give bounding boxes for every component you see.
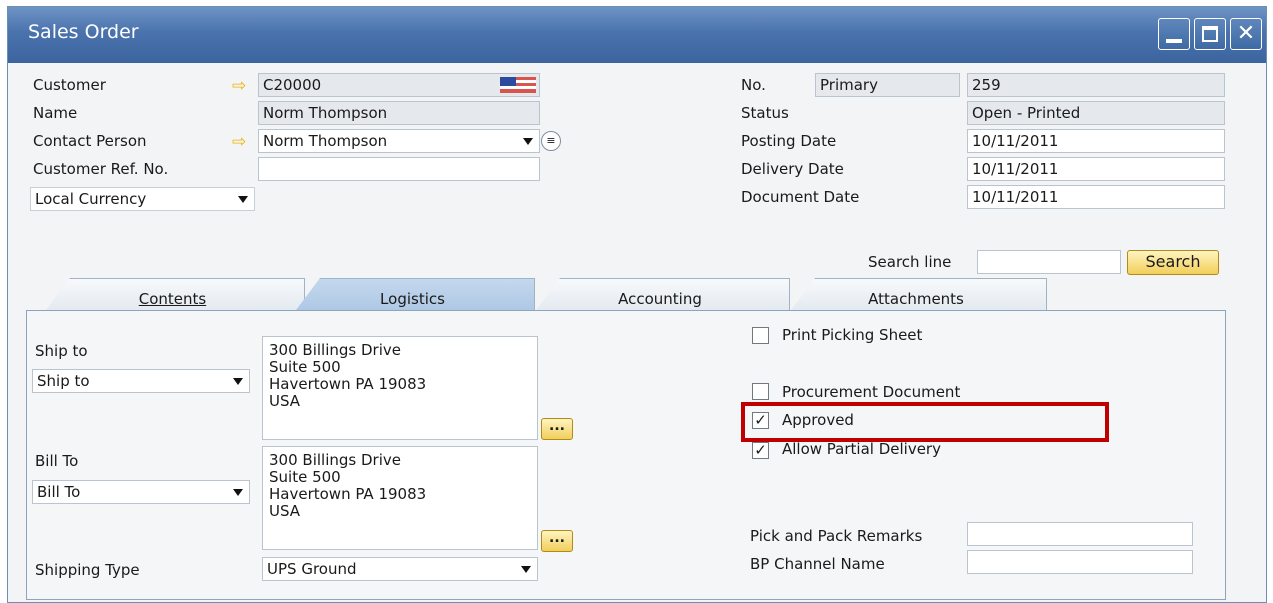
minimize-button[interactable]: [1158, 18, 1190, 50]
title-bar[interactable]: Sales Order ✕: [8, 7, 1266, 63]
chevron-down-icon: [521, 566, 531, 573]
document-number-field[interactable]: 259: [967, 73, 1225, 97]
contact-link-arrow-icon[interactable]: ⇨: [232, 134, 246, 151]
chevron-down-icon: [233, 489, 243, 496]
tab-logistics-label: Logistics: [380, 290, 445, 308]
pick-pack-remarks-field[interactable]: [967, 522, 1193, 546]
us-flag-icon: [500, 77, 536, 93]
contact-person-combo[interactable]: Norm Thompson: [258, 129, 540, 153]
delivery-date-field[interactable]: 10/11/2011: [967, 157, 1225, 181]
ship-to-select[interactable]: Ship to: [32, 369, 250, 393]
tab-attachments-label: Attachments: [868, 290, 964, 308]
currency-select[interactable]: Local Currency: [30, 187, 255, 211]
bp-channel-name-field[interactable]: [967, 550, 1193, 574]
shipping-type-value: UPS Ground: [267, 560, 357, 578]
maximize-icon: [1202, 26, 1218, 42]
ship-to-select-value: Ship to: [37, 372, 90, 390]
document-date-label: Document Date: [741, 188, 860, 206]
delivery-date-label: Delivery Date: [741, 160, 844, 178]
contact-details-icon[interactable]: ≡: [541, 131, 561, 151]
bill-to-details-button[interactable]: ...: [541, 530, 573, 552]
ship-to-label: Ship to: [35, 342, 88, 360]
posting-date-field[interactable]: 10/11/2011: [967, 129, 1225, 153]
tab-accounting-label: Accounting: [618, 290, 702, 308]
document-date-field[interactable]: 10/11/2011: [967, 185, 1225, 209]
tab-contents-label: Contents: [138, 290, 207, 308]
contact-person-label: Contact Person: [33, 132, 147, 150]
search-line-label: Search line: [868, 253, 952, 271]
window-title: Sales Order: [28, 21, 139, 43]
address-line: USA: [269, 392, 301, 410]
approved-highlight-box: [741, 402, 1109, 442]
print-picking-checkbox[interactable]: [752, 327, 769, 344]
chevron-down-icon: [233, 378, 243, 385]
no-label: No.: [741, 76, 766, 94]
customer-label: Customer: [33, 76, 106, 94]
customer-value: C20000: [263, 76, 322, 94]
bill-to-select[interactable]: Bill To: [32, 480, 250, 504]
bill-to-address[interactable]: 300 Billings Drive Suite 500 Havertown P…: [262, 446, 538, 550]
procurement-document-checkbox[interactable]: [752, 383, 769, 400]
name-label: Name: [33, 104, 78, 122]
bill-to-label: Bill To: [35, 452, 79, 470]
chevron-down-icon: [523, 138, 533, 145]
customer-field[interactable]: C20000: [258, 73, 540, 97]
shipping-type-label: Shipping Type: [35, 561, 140, 579]
address-line: USA: [269, 502, 301, 520]
print-picking-label: Print Picking Sheet: [782, 326, 923, 344]
series-select[interactable]: Primary: [815, 73, 960, 97]
name-field[interactable]: Norm Thompson: [258, 101, 540, 125]
posting-date-label: Posting Date: [741, 132, 837, 150]
ship-to-address[interactable]: 300 Billings Drive Suite 500 Havertown P…: [262, 336, 538, 440]
customer-ref-label: Customer Ref. No.: [33, 160, 169, 178]
close-button[interactable]: ✕: [1230, 18, 1262, 50]
customer-link-arrow-icon[interactable]: ⇨: [232, 78, 246, 95]
bill-to-select-value: Bill To: [37, 483, 81, 501]
pick-pack-remarks-label: Pick and Pack Remarks: [750, 527, 923, 545]
allow-partial-delivery-checkbox[interactable]: ✓: [752, 442, 769, 459]
search-line-input[interactable]: [977, 250, 1121, 274]
status-label: Status: [741, 104, 789, 122]
bp-channel-name-label: BP Channel Name: [750, 555, 885, 573]
status-field[interactable]: Open - Printed: [967, 101, 1225, 125]
checkmark-icon: ✓: [754, 441, 767, 459]
allow-partial-delivery-label: Allow Partial Delivery: [782, 440, 941, 458]
close-icon: ✕: [1236, 21, 1256, 46]
ship-to-details-button[interactable]: ...: [541, 418, 573, 440]
search-button[interactable]: Search: [1127, 250, 1219, 275]
shipping-type-select[interactable]: UPS Ground: [262, 557, 538, 581]
currency-value: Local Currency: [35, 190, 147, 208]
maximize-button[interactable]: [1194, 18, 1226, 50]
contact-person-value: Norm Thompson: [263, 132, 388, 150]
chevron-down-icon: [238, 196, 248, 203]
customer-ref-field[interactable]: [258, 157, 540, 181]
procurement-document-label: Procurement Document: [782, 383, 961, 401]
minimize-icon: [1166, 39, 1182, 43]
